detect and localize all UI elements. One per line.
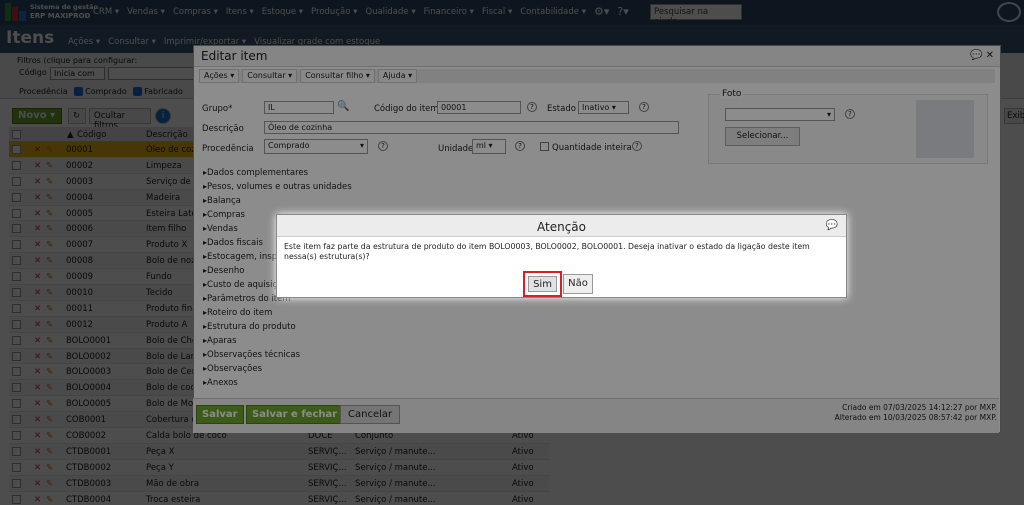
dialog-message: Este item faz parte da estrutura de prod…: [284, 242, 810, 261]
dialog-title: Atenção 💬: [277, 215, 846, 237]
comment-icon[interactable]: 💬: [826, 220, 838, 231]
nao-button[interactable]: Não: [563, 274, 593, 294]
sim-button[interactable]: Sim: [528, 276, 557, 292]
dialog-title-text: Atenção: [537, 220, 586, 234]
sim-button-highlight: Sim: [523, 271, 562, 297]
